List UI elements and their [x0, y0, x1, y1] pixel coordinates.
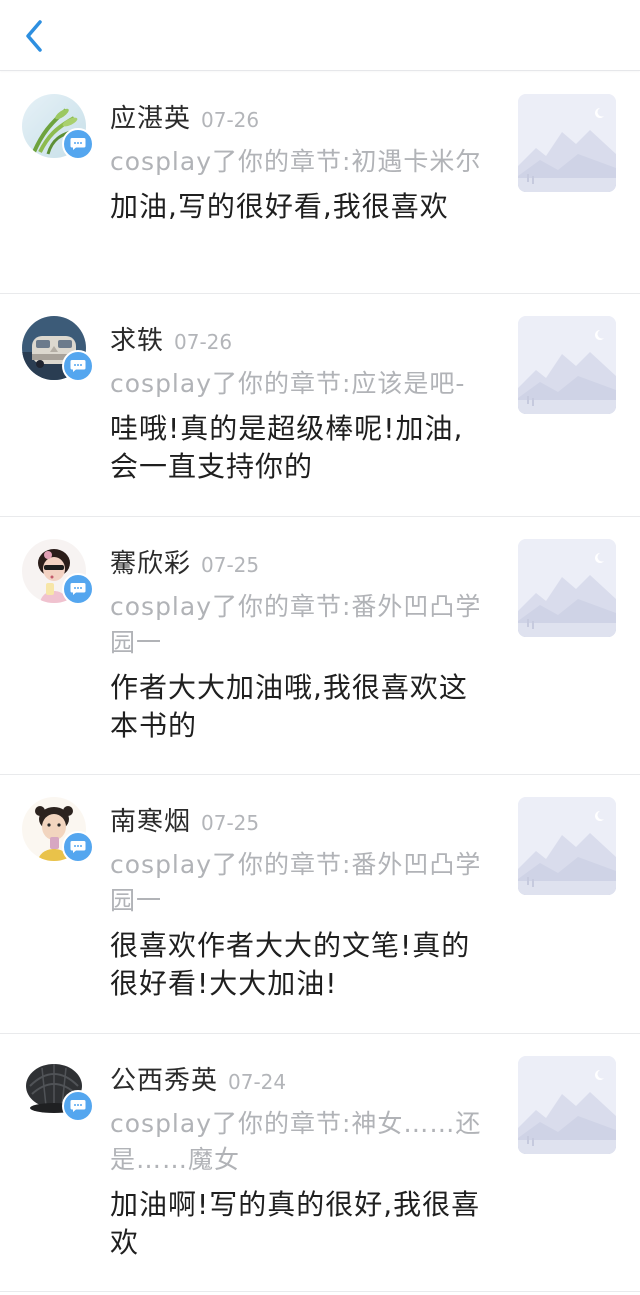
user-name[interactable]: 应湛英: [110, 98, 191, 135]
user-name[interactable]: 求轶: [110, 320, 164, 357]
comment-item[interactable]: 应湛英 07-26 cosplay了你的章节:初遇卡米尔 加油,写的很好看,我很…: [0, 72, 640, 294]
comment-date: 07-25: [201, 553, 260, 577]
comment-content: 公西秀英 07-24 cosplay了你的章节:神女……还是……魔女 加油啊!写…: [110, 1060, 490, 1262]
comment-item[interactable]: 公西秀英 07-24 cosplay了你的章节:神女……还是……魔女 加油啊!写…: [0, 1034, 640, 1292]
user-name[interactable]: 騫欣彩: [110, 543, 191, 580]
name-row: 求轶 07-26: [110, 320, 490, 360]
comment-text: 很喜欢作者大大的文笔!真的很好看!大大加油!: [110, 929, 471, 1000]
chat-bubble-icon: [70, 360, 86, 372]
thumbnail-placeholder[interactable]: [518, 539, 616, 637]
user-name[interactable]: 公西秀英: [110, 1060, 218, 1097]
chapter-source[interactable]: cosplay了你的章节:神女……还是……魔女: [110, 1106, 490, 1178]
user-name[interactable]: 南寒烟: [110, 801, 191, 838]
comment-date: 07-24: [228, 1070, 287, 1094]
image-placeholder-icon: [518, 539, 616, 637]
back-button[interactable]: [12, 12, 56, 60]
top-bar: [0, 0, 640, 71]
comment-text: 作者大大加油哦,我很喜欢这本书的: [110, 671, 468, 742]
comment-text: 哇哦!真的是超级棒呢!加油,会一直支持你的: [110, 412, 464, 483]
image-placeholder-icon: [518, 316, 616, 414]
comment-content: 求轶 07-26 cosplay了你的章节:应该是吧- 哇哦!真的是超级棒呢!加…: [110, 320, 490, 486]
avatar[interactable]: [22, 1056, 94, 1122]
thumbnail-placeholder[interactable]: [518, 1056, 616, 1154]
image-placeholder-icon: [518, 94, 616, 192]
comment-item[interactable]: 求轶 07-26 cosplay了你的章节:应该是吧- 哇哦!真的是超级棒呢!加…: [0, 294, 640, 517]
chat-bubble-icon: [70, 583, 86, 595]
avatar[interactable]: [22, 94, 94, 160]
thumbnail-placeholder[interactable]: [518, 797, 616, 895]
chapter-source[interactable]: cosplay了你的章节:应该是吧-: [110, 366, 490, 402]
message-badge: [62, 831, 94, 863]
name-row: 騫欣彩 07-25: [110, 543, 490, 583]
name-row: 公西秀英 07-24: [110, 1060, 490, 1100]
comment-list-page: 应湛英 07-26 cosplay了你的章节:初遇卡米尔 加油,写的很好看,我很…: [0, 0, 640, 1295]
comment-content: 騫欣彩 07-25 cosplay了你的章节:番外凹凸学园一 作者大大加油哦,我…: [110, 543, 490, 745]
comment-date: 07-26: [201, 108, 260, 132]
message-badge: [62, 350, 94, 382]
comment-text: 加油啊!写的真的很好,我很喜欢: [110, 1188, 481, 1259]
comment-item[interactable]: 南寒烟 07-25 cosplay了你的章节:番外凹凸学园一 很喜欢作者大大的文…: [0, 775, 640, 1034]
chapter-source[interactable]: cosplay了你的章节:番外凹凸学园一: [110, 589, 490, 661]
avatar[interactable]: [22, 316, 94, 382]
image-placeholder-icon: [518, 1056, 616, 1154]
name-row: 南寒烟 07-25: [110, 801, 490, 841]
comment-date: 07-26: [174, 330, 233, 354]
chapter-source[interactable]: cosplay了你的章节:番外凹凸学园一: [110, 847, 490, 919]
comment-content: 南寒烟 07-25 cosplay了你的章节:番外凹凸学园一 很喜欢作者大大的文…: [110, 801, 490, 1003]
message-badge: [62, 128, 94, 160]
chapter-source[interactable]: cosplay了你的章节:初遇卡米尔: [110, 144, 490, 180]
avatar[interactable]: [22, 539, 94, 605]
name-row: 应湛英 07-26: [110, 98, 490, 138]
comment-date: 07-25: [201, 811, 260, 835]
thumbnail-placeholder[interactable]: [518, 94, 616, 192]
comment-content: 应湛英 07-26 cosplay了你的章节:初遇卡米尔 加油,写的很好看,我很…: [110, 98, 490, 226]
thumbnail-placeholder[interactable]: [518, 316, 616, 414]
image-placeholder-icon: [518, 797, 616, 895]
chat-bubble-icon: [70, 841, 86, 853]
message-badge: [62, 573, 94, 605]
avatar[interactable]: [22, 797, 94, 863]
comment-list: 应湛英 07-26 cosplay了你的章节:初遇卡米尔 加油,写的很好看,我很…: [0, 72, 640, 1292]
chevron-left-icon: [26, 20, 42, 52]
comment-text: 加油,写的很好看,我很喜欢: [110, 190, 449, 223]
message-badge: [62, 1090, 94, 1122]
chat-bubble-icon: [70, 1100, 86, 1112]
comment-item[interactable]: 騫欣彩 07-25 cosplay了你的章节:番外凹凸学园一 作者大大加油哦,我…: [0, 517, 640, 775]
chat-bubble-icon: [70, 138, 86, 150]
